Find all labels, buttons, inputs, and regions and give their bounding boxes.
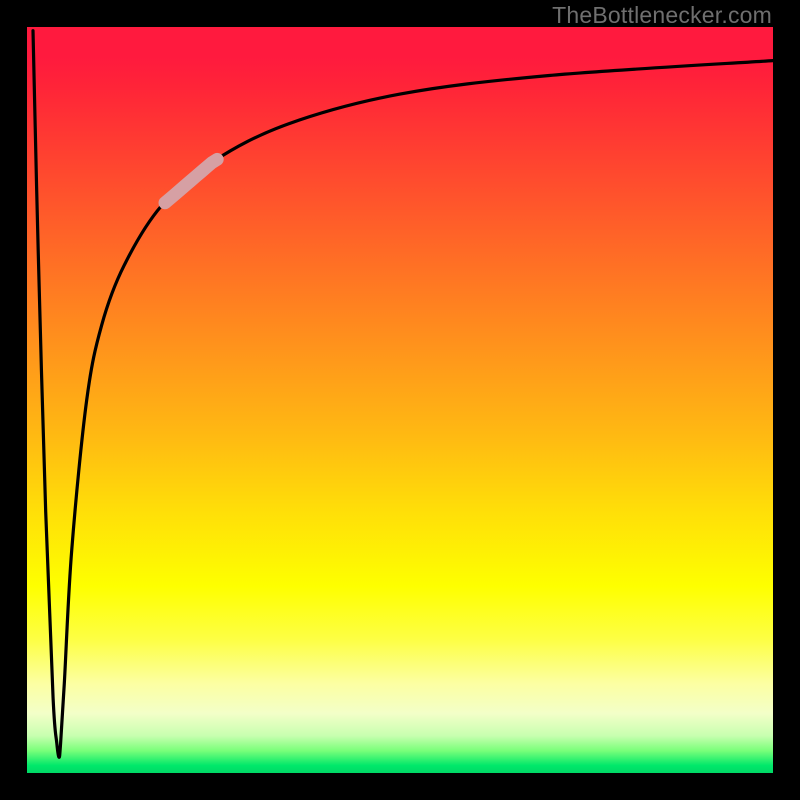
plot-gradient-background [27,27,773,773]
bottleneck-chart: TheBottlenecker.com [0,0,800,800]
watermark-text: TheBottlenecker.com [552,2,772,29]
